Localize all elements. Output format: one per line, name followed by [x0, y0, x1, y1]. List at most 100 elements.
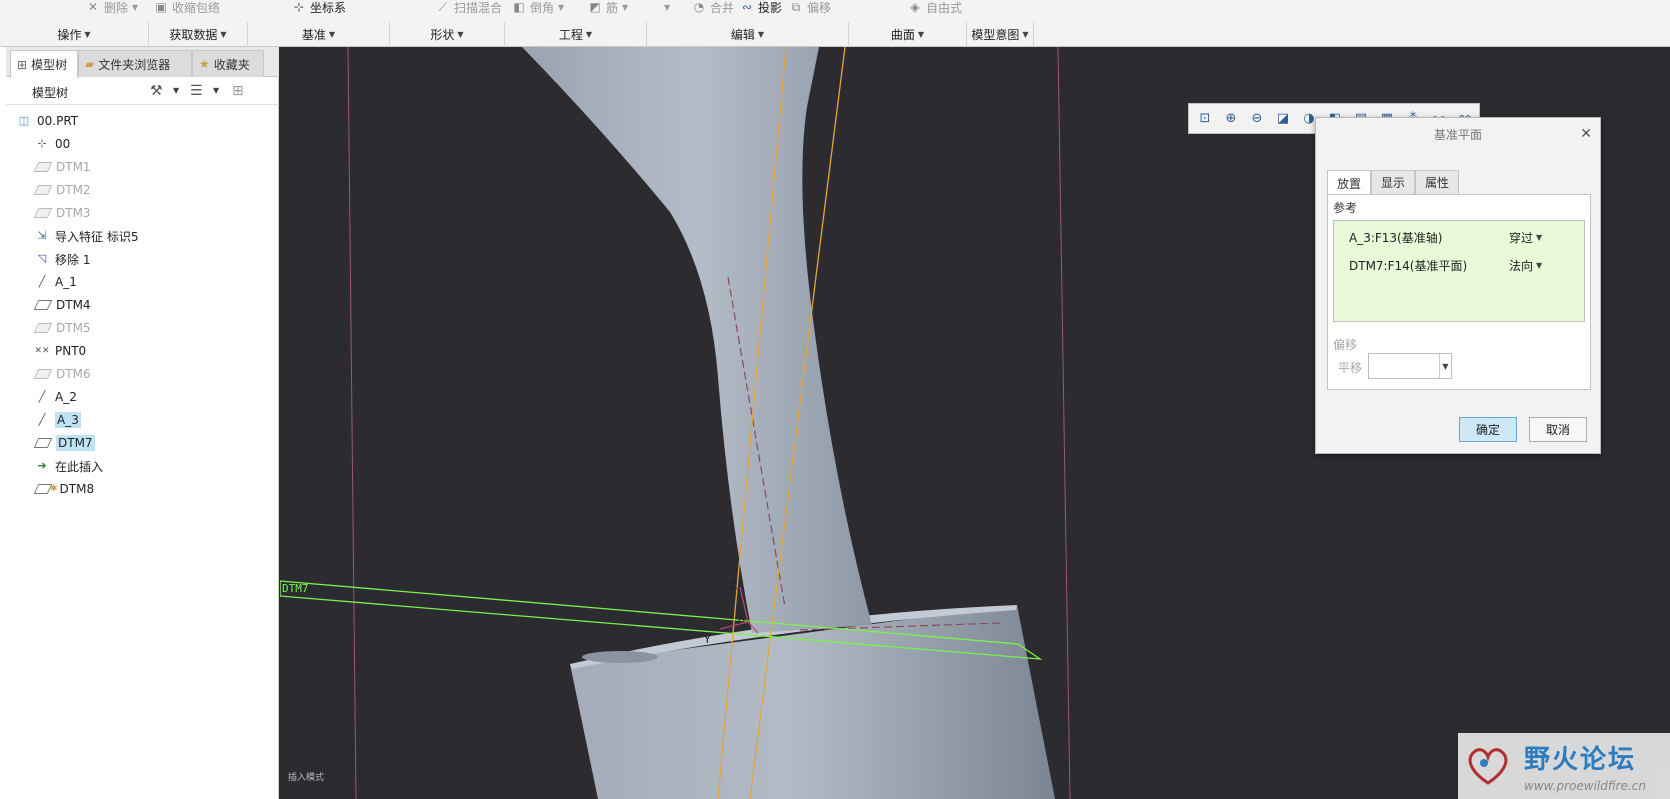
arrow-right-icon: ➜ — [37, 459, 47, 472]
navigator-tabs: ⊞ 模型树 ▰ 文件夹浏览器 ★ 收藏夹 — [6, 47, 279, 78]
tree-item-remove[interactable]: ◹ 移除 1 — [34, 249, 91, 269]
tab-model-tree[interactable]: ⊞ 模型树 — [10, 50, 78, 78]
chevron-down-icon: ▼ — [1536, 232, 1543, 242]
project-icon: ∾ — [741, 0, 753, 14]
merge-icon: ◔ — [693, 0, 705, 14]
delete-command[interactable]: ✕ 删除 ▼ — [86, 0, 139, 15]
tab-properties[interactable]: 属性 — [1415, 170, 1459, 194]
coordinate-system-command[interactable]: ⊹ 坐标系 — [292, 0, 346, 15]
tree-item-dtm6[interactable]: DTM6 — [33, 364, 91, 384]
model-tree-icon: ⊞ — [17, 57, 28, 72]
group-editing[interactable]: 编辑 ▼ — [647, 22, 849, 47]
datum-plane-icon — [33, 369, 53, 379]
rib-icon: ◩ — [589, 0, 601, 14]
chevron-down-icon: ▼ — [1022, 30, 1029, 39]
close-icon[interactable]: ✕ — [1580, 126, 1592, 142]
chevron-down-icon: ▼ — [132, 2, 139, 12]
refit-icon[interactable]: ⊡ — [1193, 107, 1217, 131]
tree-item-a1[interactable]: ╱ A_1 — [34, 272, 77, 292]
reference-line — [1057, 47, 1071, 799]
tree-item-dtm5[interactable]: DTM5 — [33, 318, 91, 338]
constraint-dropdown[interactable]: 穿过 ▼ — [1509, 229, 1542, 246]
shrinkwrap-command[interactable]: ▣ 收缩包络 — [154, 0, 220, 15]
tree-item-dtm3[interactable]: DTM3 — [33, 203, 91, 223]
tree-item-insert-here[interactable]: ➜ 在此插入 — [34, 456, 103, 476]
filter-icon[interactable]: ⊞ — [232, 81, 244, 101]
datum-plane-icon — [33, 323, 53, 333]
tree-item-dtm8[interactable]: ✱ DTM8 — [33, 479, 94, 499]
group-datum[interactable]: 基准 ▼ — [248, 22, 390, 47]
status-text: 插入模式 — [288, 773, 325, 783]
edit-dropdown-top[interactable]: ▼ — [664, 0, 670, 14]
offset-command[interactable]: ⧉ 偏移 — [789, 0, 831, 15]
tree-item-part[interactable]: ◫ 00.PRT — [16, 111, 78, 131]
cancel-button[interactable]: 取消 — [1529, 417, 1587, 442]
references-label: 参考 — [1333, 201, 1358, 215]
tree-item-csys[interactable]: ⊹ 00 — [34, 134, 70, 154]
tab-favorites[interactable]: ★ 收藏夹 — [192, 50, 264, 77]
tree-item-a3[interactable]: ╱ A_3 — [34, 410, 81, 430]
favorites-icon: ★ — [199, 57, 210, 71]
tree-item-dtm2[interactable]: DTM2 — [33, 180, 91, 200]
datum-axis-icon: ╱ — [38, 413, 46, 426]
triad-z-label: Z — [730, 579, 738, 592]
freestyle-icon: ◈ — [910, 0, 920, 14]
swept-blend-command[interactable]: ⟋ 扫描混合 — [436, 0, 502, 15]
tab-folder-browser[interactable]: ▰ 文件夹浏览器 — [78, 50, 192, 77]
group-model-intent[interactable]: 模型意图 ▼ — [967, 22, 1034, 47]
tab-display[interactable]: 显示 — [1371, 170, 1415, 194]
references-list[interactable]: A_3:F13(基准轴) 穿过 ▼ DTM7:F14(基准平面) 法向 ▼ — [1333, 220, 1585, 322]
datum-plane-icon — [33, 185, 53, 195]
show-list-icon[interactable]: ☰ — [190, 81, 203, 101]
datum-plane-icon — [33, 208, 53, 218]
offset-icon: ⧉ — [791, 0, 801, 14]
reference-line — [347, 47, 357, 799]
zoom-out-icon[interactable]: ⊖ — [1245, 107, 1269, 131]
group-surfaces[interactable]: 曲面 ▼ — [849, 22, 967, 47]
chevron-down-icon[interactable]: ▼ — [1439, 354, 1451, 378]
datum-plane-icon — [33, 300, 53, 310]
freestyle-command[interactable]: ◈ 自由式 — [908, 0, 962, 15]
folder-icon: ▰ — [85, 57, 95, 71]
import-feature-icon: ⇲ — [37, 229, 47, 242]
chevron-down-icon: ▼ — [220, 30, 227, 39]
chevron-down-icon: ▼ — [622, 2, 629, 12]
tree-item-import[interactable]: ⇲ 导入特征 标识5 — [34, 226, 138, 246]
creo-window: ✕ 删除 ▼ ▣ 收缩包络 ⊹ 坐标系 ⟋ 扫描混合 ◧ 倒角 ▼ ◩ 筋 ▼ ▼ ◔ 合并 ∾ 投影… — [0, 0, 1670, 799]
chevron-down-icon: ▼ — [328, 30, 336, 39]
triad-x-label: X — [738, 613, 745, 624]
settings-icon[interactable]: ⚒ — [150, 81, 163, 101]
group-shapes[interactable]: 形状 ▼ — [390, 22, 505, 47]
base-cylinder[interactable] — [570, 605, 1055, 799]
tree-item-pnt0[interactable]: ✕✕ PNT0 — [34, 341, 86, 361]
constraint-dropdown[interactable]: 法向 ▼ — [1509, 257, 1542, 274]
chamfer-command[interactable]: ◧ 倒角 ▼ — [512, 0, 564, 15]
reference-row[interactable]: DTM7:F14(基准平面) 法向 ▼ — [1349, 256, 1581, 274]
merge-command[interactable]: ◔ 合并 — [692, 0, 734, 15]
tree-item-a2[interactable]: ╱ A_2 — [34, 387, 77, 407]
shrinkwrap-icon: ▣ — [155, 0, 167, 14]
group-get-data[interactable]: 获取数据 ▼ — [149, 22, 248, 47]
group-operations[interactable]: 操作 ▼ — [0, 22, 149, 47]
tree-item-dtm4[interactable]: DTM4 — [33, 295, 91, 315]
ribbon: ✕ 删除 ▼ ▣ 收缩包络 ⊹ 坐标系 ⟋ 扫描混合 ◧ 倒角 ▼ ◩ 筋 ▼ ▼ ◔ 合并 ∾ 投影… — [0, 0, 1670, 47]
tree-item-dtm1[interactable]: DTM1 — [33, 157, 91, 177]
tab-placement[interactable]: 放置 — [1327, 170, 1371, 195]
project-command[interactable]: ∾ 投影 — [740, 0, 782, 15]
ok-button[interactable]: 确定 — [1459, 417, 1517, 442]
repaint-icon[interactable]: ◪ — [1271, 107, 1295, 131]
reference-row[interactable]: A_3:F13(基准轴) 穿过 ▼ — [1349, 228, 1581, 246]
chevron-down-icon: ▼ — [757, 30, 765, 39]
zoom-in-icon[interactable]: ⊕ — [1219, 107, 1243, 131]
stem-body[interactable] — [522, 47, 872, 633]
tree-item-dtm7[interactable]: DTM7 — [33, 433, 95, 453]
chevron-down-icon[interactable]: ▼ — [213, 86, 219, 95]
chevron-down-icon[interactable]: ▼ — [173, 86, 179, 95]
chevron-down-icon: ▼ — [457, 30, 464, 39]
navigator-panel: ⊞ 模型树 ▰ 文件夹浏览器 ★ 收藏夹 模型树 ⚒ ▼ ☰ ▼ ⊞ ◫ 00.PRT … — [0, 47, 279, 799]
model-tree: ◫ 00.PRT ⊹ 00 DTM1 DTM2 DTM3 ⇲ 导入特征 标识5 ◹ 移除… — [6, 107, 279, 557]
group-engineering[interactable]: 工程 ▼ — [505, 22, 647, 47]
rib-command[interactable]: ◩ 筋 ▼ — [588, 0, 629, 15]
base-hole — [582, 651, 658, 663]
chevron-down-icon: ▼ — [84, 30, 91, 39]
